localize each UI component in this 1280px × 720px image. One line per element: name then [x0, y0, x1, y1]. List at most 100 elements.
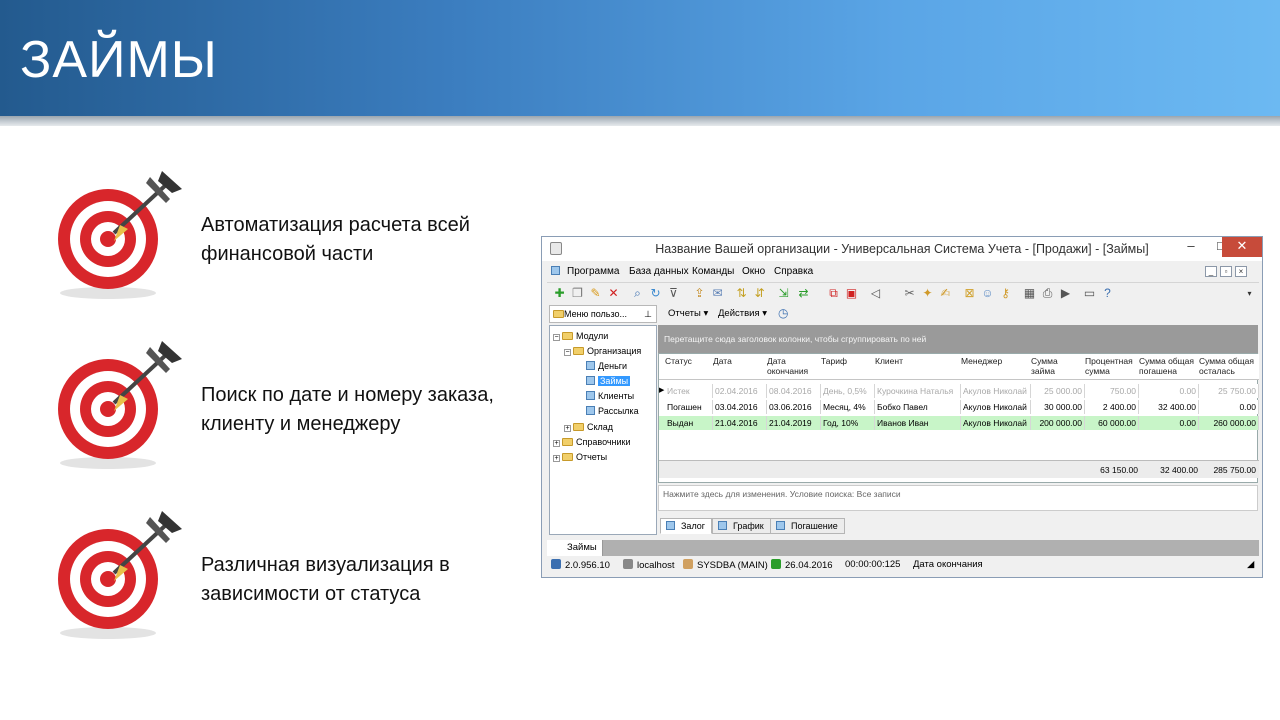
table-row[interactable]: Выдан 21.04.2016 21.04.2019 Год, 10% Иванов …	[659, 416, 1259, 430]
table-cell: Год, 10%	[821, 416, 875, 430]
play-icon[interactable]: ▶	[1059, 287, 1072, 300]
print-icon[interactable]: ⎙	[1041, 287, 1054, 300]
table-cell: Погашен	[665, 400, 713, 414]
sort-up-icon[interactable]: ⇅	[735, 287, 748, 300]
menu-program[interactable]: Программа	[567, 266, 619, 277]
reports-dropdown[interactable]: Отчеты ▾	[668, 308, 708, 319]
group-by-area[interactable]: Перетащите сюда заголовок колонки, чтобы…	[658, 325, 1258, 353]
doc-tab-loans[interactable]: Займы	[547, 540, 603, 556]
column-header[interactable]: Сумма общая осталась	[1199, 356, 1259, 376]
menu-window[interactable]: Окно	[742, 266, 765, 277]
table-cell: 25 750.00	[1199, 384, 1259, 398]
users-icon[interactable]: ☺	[981, 287, 994, 300]
tree-item-references[interactable]: + Справочники	[553, 436, 631, 448]
table-icon[interactable]: ▦	[1023, 287, 1036, 300]
window-title: Название Вашей организации - Универсальн…	[655, 242, 1149, 256]
actions-dropdown[interactable]: Действия ▾	[718, 308, 767, 319]
tree-item-organization[interactable]: − Организация	[564, 345, 641, 357]
folder-icon	[562, 332, 573, 340]
folder-icon	[553, 310, 564, 318]
tools-icon[interactable]: ✂	[903, 287, 916, 300]
note-icon[interactable]: ✍	[939, 287, 952, 300]
tree-item-modules[interactable]: − Модули	[553, 330, 608, 342]
menu-commands[interactable]: Команды	[692, 266, 734, 277]
column-header[interactable]: Статус	[665, 356, 713, 366]
tree-item-loans[interactable]: Займы	[586, 375, 631, 387]
column-header[interactable]: Процентная сумма	[1085, 356, 1139, 376]
slide: ЗАЙМЫ Автоматизация расчета всей финансо…	[0, 0, 1280, 720]
import-icon[interactable]: ⇲	[777, 287, 790, 300]
copy-icon[interactable]: ❐	[571, 287, 584, 300]
user-menu-header[interactable]: Меню пользо... ⊥	[549, 305, 657, 323]
document-icon	[586, 376, 595, 385]
column-header[interactable]: Сумма общая погашена	[1139, 356, 1199, 376]
table-cell: 2 400.00	[1085, 400, 1139, 414]
filter-condition[interactable]: Нажмите здесь для изменения. Условие пои…	[658, 485, 1258, 511]
mdi-restore-icon[interactable]: ▫	[1220, 266, 1232, 277]
column-header[interactable]: Сумма займа	[1031, 356, 1085, 376]
table-cell: Иванов Иван	[875, 416, 961, 430]
column-header[interactable]: Клиент	[875, 356, 961, 366]
table-cell: 0.00	[1139, 384, 1199, 398]
tree-item-clients[interactable]: Клиенты	[586, 390, 634, 402]
delete-icon[interactable]: ✕	[607, 287, 620, 300]
tree-item-mailing[interactable]: Рассылка	[586, 405, 639, 417]
export-icon[interactable]: ⇪	[693, 287, 706, 300]
column-header[interactable]: Дата	[713, 356, 767, 366]
folder-icon	[573, 347, 584, 355]
status-version: 2.0.956.10	[551, 559, 610, 571]
menu-database[interactable]: База данных	[629, 266, 689, 277]
sort-down-icon[interactable]: ⇵	[753, 287, 766, 300]
column-header[interactable]: Менеджер	[961, 356, 1031, 366]
exchange-icon[interactable]: ⇄	[797, 287, 810, 300]
open-window-icon[interactable]: ⧉	[827, 287, 840, 300]
table-cell: 200 000.00	[1031, 416, 1085, 430]
target-dart-icon	[58, 341, 182, 469]
table-row[interactable]: ▶ Истек 02.04.2016 08.04.2016 День, 0,5% Куро…	[659, 384, 1259, 398]
search-icon[interactable]: ⌕	[631, 287, 644, 300]
book-icon[interactable]: ▭	[1083, 287, 1096, 300]
document-icon	[586, 391, 595, 400]
tree-item-money[interactable]: Деньги	[586, 360, 627, 372]
calendar-icon[interactable]: ▣	[845, 287, 858, 300]
resize-grip-icon[interactable]: ◢	[1247, 559, 1254, 570]
table-cell: Акулов Николай	[961, 400, 1031, 414]
sound-icon[interactable]: ◁	[869, 287, 882, 300]
menu-help[interactable]: Справка	[774, 266, 813, 277]
tree-item-reports[interactable]: + Отчеты	[553, 451, 607, 463]
tab-collateral[interactable]: Залог	[660, 518, 713, 534]
tree-item-warehouse[interactable]: + Склад	[564, 421, 613, 433]
document-icon	[718, 521, 727, 530]
column-header[interactable]: Дата окончания	[767, 356, 821, 376]
feature-bullet: Поиск по дате и номеру заказа, клиенту и…	[50, 335, 530, 475]
status-field: Дата окончания	[913, 559, 983, 570]
close-button[interactable]: ✕	[1222, 237, 1262, 257]
calendar-icon	[771, 559, 781, 569]
feature-bullet: Автоматизация расчета всей финансовой ча…	[50, 165, 530, 305]
tab-schedule[interactable]: График	[712, 518, 771, 534]
column-header[interactable]: Тариф	[821, 356, 875, 366]
mdi-close-icon[interactable]: ×	[1235, 266, 1247, 277]
grid-totals: 63 150.00 32 400.00 285 750.00	[659, 460, 1259, 478]
tab-repayment[interactable]: Погашение	[770, 518, 845, 534]
main-toolbar: ✚ ❐ ✎ ✕ ⌕ ↻ ⊽ ⇪ ✉ ⇅ ⇵ ⇲ ⇄ ⧉ ▣ ◁ ✂ ✦ ✍ ⊠ …	[547, 282, 1259, 304]
filter-icon[interactable]: ⊽	[667, 287, 680, 300]
magic-icon[interactable]: ✦	[921, 287, 934, 300]
add-icon[interactable]: ✚	[553, 287, 566, 300]
table-cell: 0.00	[1199, 400, 1259, 414]
status-bar: 2.0.956.10 localhost SYSDBA (MAIN) 26.04…	[547, 557, 1259, 573]
toolbar-overflow-icon[interactable]: ▾	[1243, 287, 1256, 300]
info-icon	[551, 559, 561, 569]
help-icon[interactable]: ?	[1101, 287, 1114, 300]
clock-icon[interactable]: ◷	[778, 306, 788, 320]
refresh-icon[interactable]: ↻	[649, 287, 662, 300]
edit-icon[interactable]: ✎	[589, 287, 602, 300]
table-row[interactable]: Погашен 03.04.2016 03.06.2016 Месяц, 4% Бобк…	[659, 400, 1259, 414]
pin-icon[interactable]: ⊥	[644, 306, 652, 322]
key-icon[interactable]: ⚷	[999, 287, 1012, 300]
table-cell: Бобко Павел	[875, 400, 961, 414]
mdi-minimize-icon[interactable]: _	[1205, 266, 1217, 277]
minimize-button[interactable]: –	[1176, 237, 1206, 257]
comment-icon[interactable]: ✉	[711, 287, 724, 300]
lock-icon[interactable]: ⊠	[963, 287, 976, 300]
